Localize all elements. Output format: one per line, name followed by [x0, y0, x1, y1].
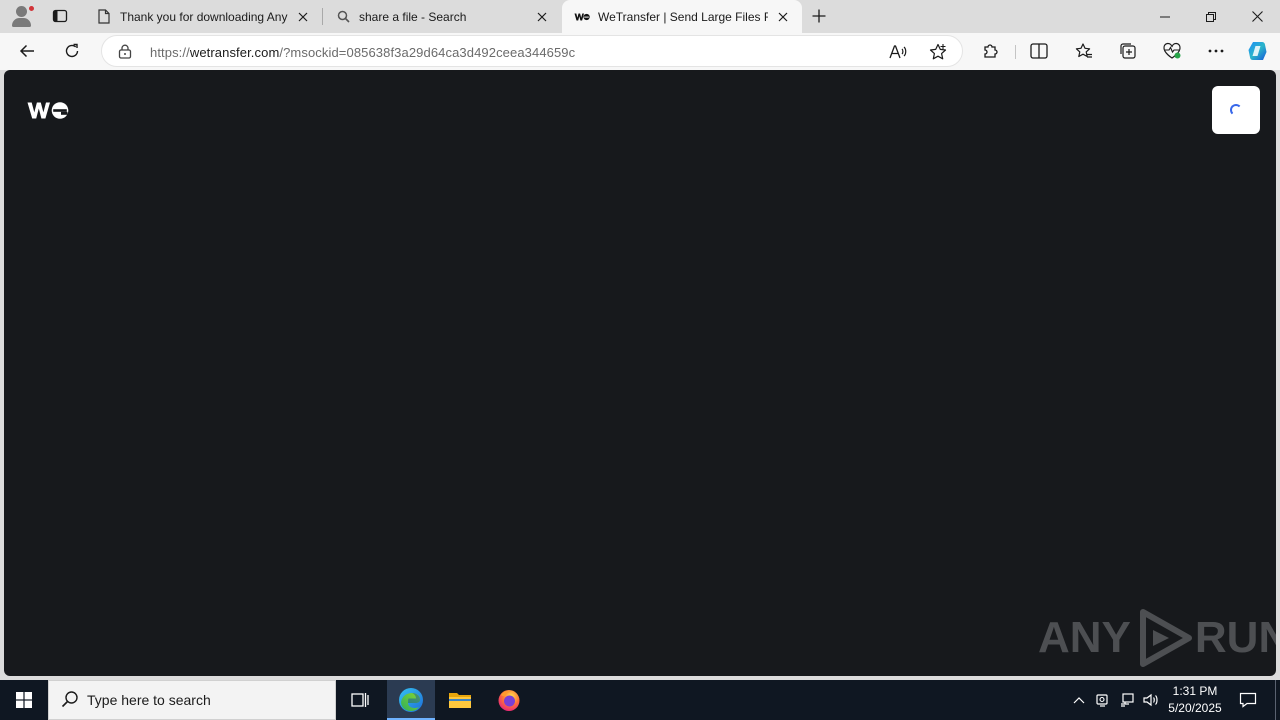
copilot-icon — [1248, 42, 1267, 60]
notification-dot — [28, 5, 35, 12]
edge-taskbar-button[interactable] — [387, 680, 435, 720]
add-favorite-star-icon[interactable] — [928, 42, 948, 62]
wetransfer-page: ANY RUN — [4, 70, 1276, 676]
tab-close-button[interactable] — [533, 8, 551, 26]
collections-button[interactable] — [1112, 37, 1144, 65]
tab-wetransfer[interactable]: WeTransfer | Send Large Files Fast — [562, 0, 802, 33]
lock-icon[interactable] — [118, 44, 132, 62]
refresh-button[interactable] — [56, 37, 88, 65]
url-host: wetransfer.com — [189, 45, 280, 60]
favorites-icon — [1075, 43, 1092, 58]
wetransfer-icon — [574, 9, 590, 25]
start-button[interactable] — [0, 680, 48, 720]
file-explorer-icon — [449, 693, 471, 708]
read-aloud-icon[interactable] — [888, 42, 908, 62]
address-bar[interactable]: https://wetransfer.com/?msockid=085638f3… — [101, 35, 963, 67]
restore-icon — [1206, 11, 1216, 22]
url-path: /?msockid=085638f3a29d64ca3d492ceea34465… — [279, 45, 576, 60]
heartbeat-icon — [1163, 42, 1181, 59]
close-icon — [298, 12, 308, 21]
tab-actions-icon — [52, 9, 68, 23]
close-icon — [537, 12, 547, 21]
search-icon — [61, 690, 79, 711]
search-placeholder: Type here to search — [87, 692, 211, 708]
refresh-icon — [65, 43, 79, 58]
minimize-icon — [1160, 16, 1170, 17]
anyrun-watermark: ANY RUN — [1038, 608, 1276, 668]
toolbar-separator — [1015, 45, 1016, 59]
new-tab-button[interactable] — [806, 4, 832, 28]
tab-actions-button[interactable] — [46, 4, 74, 28]
watermark-text-right: RUN — [1194, 613, 1276, 662]
taskbar-search-box[interactable]: Type here to search — [48, 680, 336, 720]
plus-icon — [812, 9, 826, 23]
split-screen-button[interactable] — [1023, 37, 1055, 65]
browser-toolbar: https://wetransfer.com/?msockid=085638f3… — [0, 33, 1280, 70]
notifications-button[interactable] — [1236, 680, 1260, 720]
close-window-button[interactable] — [1234, 0, 1280, 33]
split-screen-icon — [1030, 43, 1048, 59]
tab-close-button[interactable] — [294, 8, 312, 26]
back-button[interactable] — [11, 37, 43, 65]
windows-taskbar: Type here to search 1:31 PM 5/20/2025 — [0, 680, 1280, 720]
collections-icon — [1120, 43, 1136, 59]
clock-date: 5/20/2025 — [1168, 701, 1222, 715]
tab-anydesk[interactable]: Thank you for downloading AnyDesk — [84, 0, 322, 33]
restore-button[interactable] — [1188, 0, 1234, 33]
show-hidden-icons-chevron-up-icon[interactable] — [1069, 690, 1089, 710]
task-view-button[interactable] — [336, 680, 384, 720]
notification-speech-bubble-icon — [1239, 692, 1257, 708]
tab-strip: Thank you for downloading AnyDesk share … — [0, 0, 1280, 33]
play-triangle-icon — [1139, 609, 1192, 667]
back-arrow-icon — [19, 44, 34, 58]
watermark-text-left: ANY — [1038, 613, 1131, 662]
close-icon — [778, 12, 788, 21]
tab-close-button[interactable] — [774, 8, 792, 26]
system-clock[interactable]: 1:31 PM 5/20/2025 — [1160, 683, 1230, 717]
wetransfer-logo-icon — [27, 102, 69, 119]
avatar-head — [16, 6, 27, 17]
tab-search[interactable]: share a file - Search — [323, 0, 561, 33]
edge-icon — [399, 688, 423, 712]
tab-title: Thank you for downloading AnyDesk — [120, 9, 288, 24]
windows-logo-icon — [16, 692, 32, 708]
favorites-button[interactable] — [1068, 37, 1100, 65]
close-icon — [1251, 11, 1263, 22]
show-desktop-button[interactable] — [1275, 680, 1280, 720]
clock-time: 1:31 PM — [1172, 684, 1218, 698]
file-explorer-taskbar-button[interactable] — [436, 680, 484, 720]
volume-icon[interactable] — [1141, 690, 1161, 710]
firefox-icon — [498, 690, 520, 711]
loading-spinner-icon — [1230, 104, 1242, 116]
browser-viewport: ANY RUN — [0, 70, 1280, 680]
tab-title: share a file - Search — [359, 9, 467, 24]
search-icon — [335, 9, 351, 25]
tab-title: WeTransfer | Send Large Files Fast — [598, 9, 768, 24]
loading-button[interactable] — [1212, 86, 1260, 134]
url-scheme: https:// — [150, 45, 190, 60]
url-text: https://wetransfer.com/?msockid=085638f3… — [150, 45, 575, 60]
copilot-button[interactable] — [1242, 37, 1274, 65]
task-view-icon — [351, 693, 369, 707]
firefox-taskbar-button[interactable] — [485, 680, 533, 720]
network-icon[interactable] — [1117, 690, 1137, 710]
more-dots-icon — [1208, 49, 1224, 53]
minimize-button[interactable] — [1142, 0, 1188, 33]
document-icon — [96, 9, 112, 25]
meet-now-camera-icon[interactable] — [1093, 690, 1113, 710]
browser-essentials-button[interactable] — [1156, 37, 1188, 65]
avatar-body — [12, 18, 31, 27]
puzzle-icon — [984, 44, 998, 58]
settings-more-button[interactable] — [1200, 37, 1232, 65]
wetransfer-logo[interactable] — [27, 99, 69, 124]
extensions-button[interactable] — [975, 37, 1007, 65]
profile-avatar[interactable] — [8, 3, 36, 29]
